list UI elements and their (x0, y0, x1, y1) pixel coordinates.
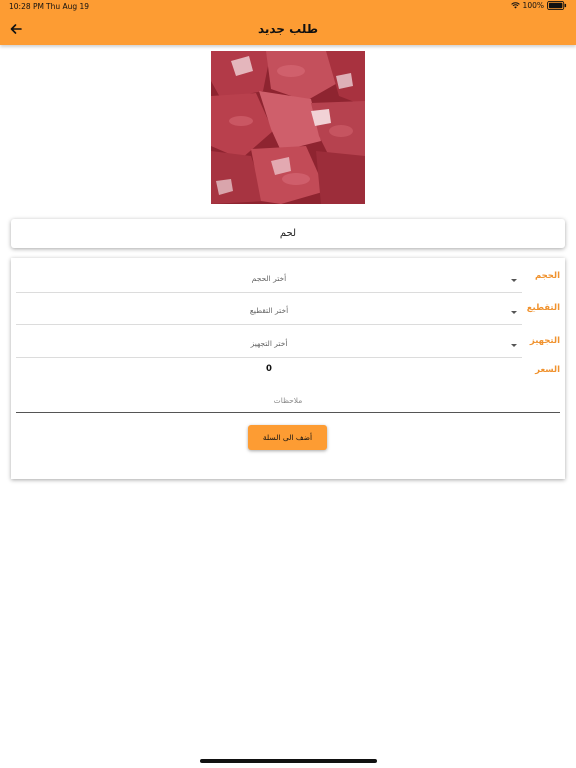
size-dropdown[interactable]: أختر الحجم (16, 267, 522, 293)
price-value: 0 (266, 364, 272, 374)
size-dropdown-text: أختر الحجم (251, 274, 287, 283)
preparation-row: التجهيز أختر التجهيز (11, 332, 565, 358)
notes-field[interactable] (16, 388, 560, 413)
product-name-card: لحم (11, 219, 565, 248)
caret-down-icon (511, 279, 517, 282)
caret-down-icon (511, 311, 517, 314)
caret-down-icon (511, 344, 517, 347)
size-label: الحجم (534, 271, 560, 281)
page-title: طلب جديد (257, 22, 319, 36)
size-row: الحجم أختر الحجم (11, 267, 565, 293)
home-indicator (200, 759, 377, 763)
order-form: الحجم أختر الحجم التقطيع أختر التقطيع ال… (11, 258, 565, 479)
status-time: 10:28 PM (9, 2, 44, 11)
battery-percent: 100% (522, 1, 544, 10)
cutting-row: التقطيع أختر التقطيع (11, 299, 565, 325)
cutting-label: التقطيع (526, 303, 560, 313)
preparation-label: التجهيز (529, 336, 560, 346)
product-image (211, 51, 365, 204)
add-to-cart-button[interactable]: أضف الى السلة (248, 425, 327, 450)
notes-input[interactable] (16, 388, 560, 413)
status-indicators: 100% (510, 1, 567, 10)
product-name: لحم (279, 228, 297, 239)
cutting-dropdown[interactable]: أختر التقطيع (16, 299, 522, 325)
preparation-dropdown[interactable]: أختر التجهيز (16, 332, 522, 358)
cutting-dropdown-text: أختر التقطيع (249, 306, 289, 315)
app-bar: 10:28 PM Thu Aug 19 100% طلب جديد (0, 0, 576, 45)
status-date: Thu Aug 19 (46, 2, 90, 11)
price-label: السعر (535, 365, 560, 375)
battery-icon (547, 1, 567, 10)
meat-photo (211, 51, 365, 204)
wifi-icon (510, 2, 520, 9)
preparation-dropdown-text: أختر التجهيز (250, 339, 288, 348)
